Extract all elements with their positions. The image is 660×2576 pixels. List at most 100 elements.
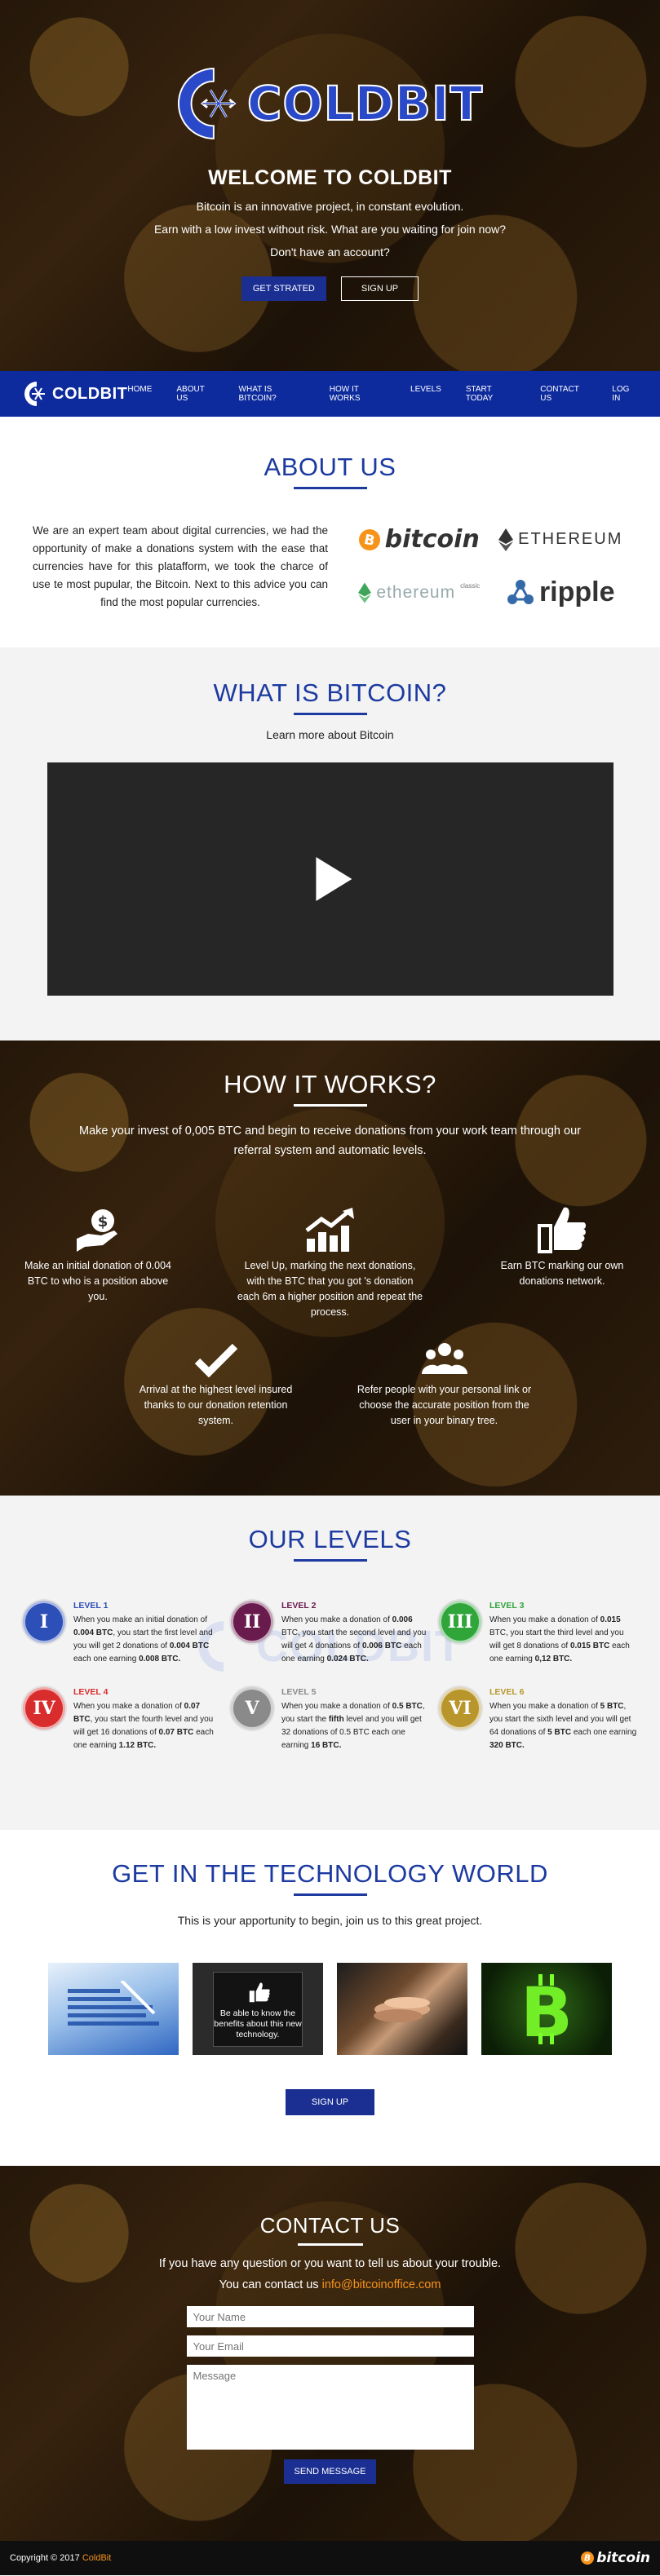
what-is-bitcoin-section: WHAT IS BITCOIN? Learn more about Bitcoi… [0,647,660,1041]
level-label: LEVEL 6 [489,1687,525,1697]
title-underline [297,2243,363,2246]
like-icon [249,1982,270,2002]
footer-brand-link[interactable]: ColdBit [82,2553,111,2563]
levels-section: OUR LEVELS COLDBIT I LEVEL 1 When you make… [0,1496,660,1830]
message-field[interactable] [186,2365,474,2450]
about-text: We are an expert team about digital curr… [33,524,328,608]
contact-title: CONTACT US [259,2213,401,2238]
ethereum-logo: ETHEREUM [498,528,622,551]
level-card: III LEVEL 3 When you make a donation of 0.… [439,1601,637,1666]
green-bitcoin-photo: B [481,1963,612,2055]
logo-wordmark: COLDBIT [246,75,484,132]
nav-log-in[interactable]: LOG IN [612,385,637,403]
contact-email-link[interactable]: info@bitcoinoffice.com [322,2278,441,2291]
technology-section: GET IN THE TECHNOLOGY WORLD This is your… [0,1830,660,2166]
hero-line-2: Earn with a low invest without risk. Wha… [153,223,507,236]
level-label: LEVEL 2 [281,1601,317,1611]
level-card: IV LEVEL 4 When you make a donation of 0.0… [23,1687,221,1752]
nav-what-is-bitcoin[interactable]: WHAT IS BITCOIN? [239,385,305,403]
level-description: When you make a donation of 0.5 BTC, you… [281,1702,425,1750]
step-refer: Refer people with your personal link or … [355,1337,534,1429]
money-hand-icon: $ [77,1209,117,1252]
get-started-button[interactable]: GET STRATED [241,276,326,301]
send-message-button[interactable]: SEND MESSAGE [284,2459,376,2484]
email-field[interactable] [186,2335,474,2357]
coldbit-logo: COLDBIT [0,59,660,148]
thumbs-up-icon [538,1207,586,1253]
level-label: LEVEL 4 [73,1687,109,1697]
contact-section: CONTACT US If you have any question or y… [0,2166,660,2541]
nav-levels[interactable]: LEVELS [410,385,441,403]
name-field[interactable] [186,2306,474,2327]
level-description: When you make a donation of 0.07 BTC, yo… [73,1702,214,1750]
hero-section: COLDBIT WELCOME TO COLDBIT Bitcoin is an… [0,0,660,371]
navbar-logo-text: COLDBIT [52,384,128,403]
footer: Copyright © 2017 ColdBit B bitcoin [0,2541,660,2575]
level-medal-icon: IV [23,1687,65,1730]
nav-contact-us[interactable]: CONTACT US [540,385,587,403]
nav-links: HOME ABOUT US WHAT IS BITCOIN? HOW IT WO… [127,385,637,403]
glowing-bitcoin-icon: B [520,1973,573,2046]
svg-text:B: B [520,1973,573,2046]
nav-start-today[interactable]: START TODAY [466,385,516,403]
contact-form: SEND MESSAGE [186,2306,474,2484]
main-navbar: COLDBIT HOME ABOUT US WHAT IS BITCOIN? H… [0,371,660,417]
contact-line-2: You can contact us info@bitcoinoffice.co… [219,2278,441,2291]
level-description: When you make a donation of 5 BTC, you s… [489,1702,637,1750]
about-section: ABOUT US We are an expert team about dig… [0,417,660,647]
level-medal-icon: III [439,1601,481,1643]
team-hands-photo [337,1963,467,2055]
tech-title: GET IN THE TECHNOLOGY WORLD [112,1859,548,1888]
ripple-icon [507,579,534,604]
tech-intro: This is your apportunity to begin, join … [177,1914,483,1927]
level-card: VI LEVEL 6 When you make a donation of 5 B… [439,1687,637,1752]
benefits-card: Be able to know the benefits about this … [213,1971,303,2047]
level-label: LEVEL 1 [73,1601,109,1611]
level-medal-icon: VI [439,1687,481,1730]
navbar-logo[interactable]: COLDBIT [23,380,127,408]
step-donate: $ Make an initial donation of 0.004 BTC … [24,1203,171,1320]
snowflake-bitcoin-logo-icon [177,68,237,139]
level-description: When you make a donation of 0.006 BTC, y… [281,1615,427,1664]
tech-signup-button[interactable]: SIGN UP [285,2089,375,2115]
level-label: LEVEL 5 [281,1687,317,1697]
how-it-works-section: HOW IT WORKS? Make your invest of 0,005 … [0,1041,660,1496]
title-underline [293,1104,367,1107]
play-icon[interactable] [315,857,352,901]
level-description: When you make an initial donation of 0.0… [73,1615,213,1664]
level-medal-icon: I [23,1601,65,1643]
bar-chart-image [68,1980,159,2026]
hero-line-3: Don't have an account? [270,245,390,258]
ripple-logo: ripple [507,577,615,608]
title-underline [293,1893,367,1896]
step-level-up: Level Up, marking the next donations, wi… [237,1203,424,1320]
svg-text:B: B [584,2554,591,2564]
how-title: HOW IT WORKS? [224,1070,436,1098]
level-card: II LEVEL 2 When you make a donation of 0.0… [231,1601,429,1666]
level-medal-icon: V [231,1687,273,1730]
nav-home[interactable]: HOME [127,385,152,403]
levels-title: OUR LEVELS [248,1525,412,1553]
video-player[interactable] [47,762,613,996]
title-underline [293,713,367,715]
svg-text:$: $ [98,1213,109,1231]
step-highest-level: Arrival at the highest level insured tha… [126,1337,306,1429]
nav-how-it-works[interactable]: HOW IT WORKS [330,385,386,403]
checkmark-icon [194,1343,237,1377]
step-earn: Earn BTC marking our own donations netwo… [489,1203,636,1320]
contact-line-1: If you have any question or you want to … [158,2257,502,2270]
level-medal-icon: II [231,1601,273,1643]
hero-title: WELCOME TO COLDBIT [208,166,452,189]
ethereum-classic-logo: ethereum classic [358,582,480,603]
level-card: I LEVEL 1 When you make an initial donatio… [23,1601,221,1666]
what-subtitle: Learn more about Bitcoin [266,728,394,741]
hero-signup-button[interactable]: SIGN UP [340,276,419,301]
chart-photo [48,1963,179,2055]
bitcoin-logo: B bitcoin [358,525,480,554]
stacked-hands-image [374,1996,430,2022]
nav-about-us[interactable]: ABOUT US [176,385,214,403]
about-title: ABOUT US [264,453,396,481]
level-label: LEVEL 3 [489,1601,525,1611]
copyright-text: Copyright © 2017 ColdBit [10,2553,112,2563]
bitcoin-icon: B [581,2552,595,2565]
